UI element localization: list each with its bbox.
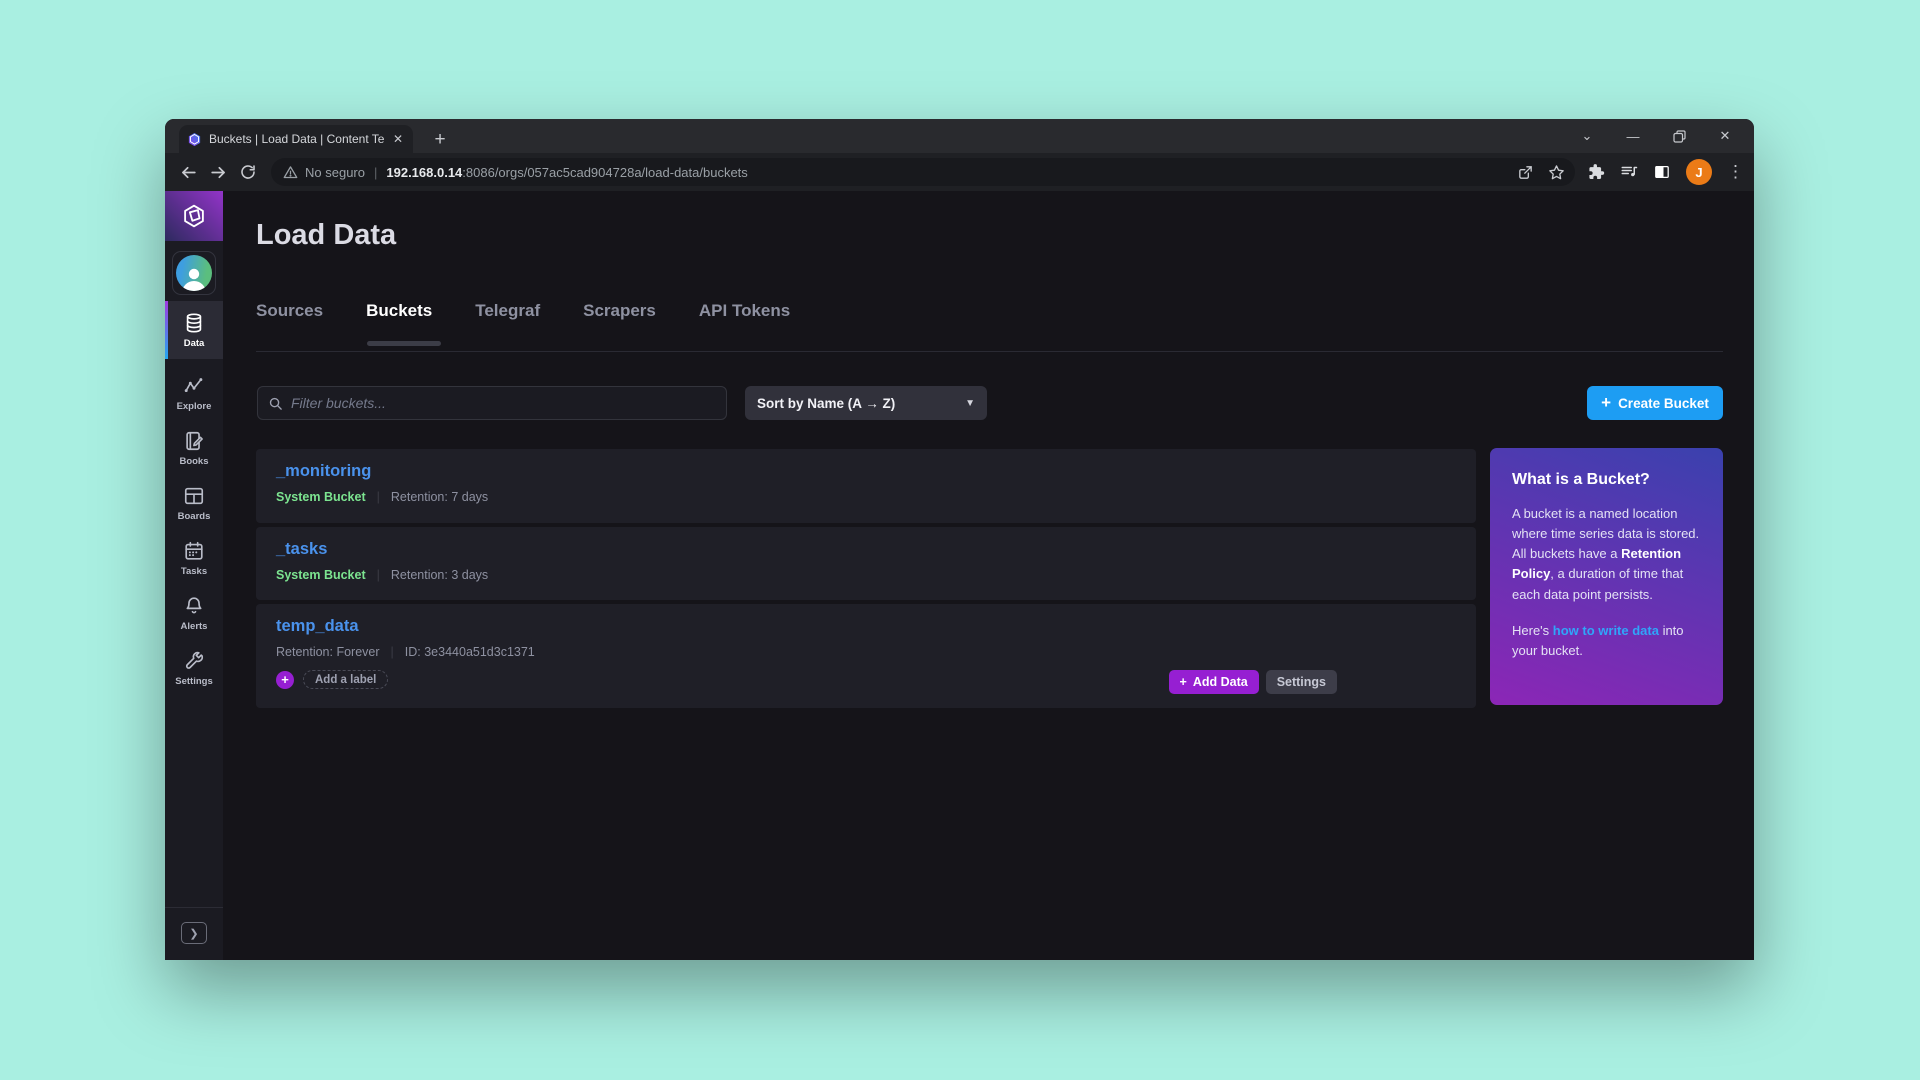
how-to-write-data-link[interactable]: how to write data <box>1553 623 1659 638</box>
retention-text: Retention: 7 days <box>391 490 488 504</box>
sidebar-item-label: Alerts <box>181 621 208 632</box>
active-tab-indicator <box>367 341 441 346</box>
chevron-down-icon: ▼ <box>965 398 975 409</box>
sidebar-item-label: Settings <box>175 676 212 687</box>
bucket-id-text: ID: 3e3440a51d3c1371 <box>405 645 535 659</box>
url-path: :8086/orgs/057ac5cad904728a/load-data/bu… <box>462 165 748 180</box>
add-data-button[interactable]: + Add Data <box>1169 670 1259 694</box>
tabs-divider <box>256 351 1723 352</box>
meta-divider: | <box>377 568 380 582</box>
bucket-name-link[interactable]: temp_data <box>276 617 359 636</box>
page-tabs: Sources Buckets Telegraf Scrapers API To… <box>256 301 790 321</box>
bucket-name-link[interactable]: _tasks <box>276 540 327 559</box>
tab-search-icon[interactable]: ⌄ <box>1564 119 1610 153</box>
tab-scrapers[interactable]: Scrapers <box>583 301 656 321</box>
not-secure-warning-icon <box>283 165 298 180</box>
browser-profile-avatar[interactable]: J <box>1686 159 1712 185</box>
browser-menu-icon[interactable]: ⋮ <box>1727 162 1744 182</box>
omnibox-divider: | <box>374 165 377 180</box>
page-title: Load Data <box>256 219 396 252</box>
sidebar-item-label: Tasks <box>181 566 207 577</box>
address-bar[interactable]: No seguro | 192.168.0.14 :8086/orgs/057a… <box>271 158 1575 186</box>
meta-divider: | <box>377 490 380 504</box>
sidebar-item-boards[interactable]: Boards <box>165 481 223 526</box>
system-bucket-badge: System Bucket <box>276 490 366 504</box>
sort-dropdown[interactable]: Sort by Name (A → Z) ▼ <box>745 386 987 420</box>
reading-list-icon[interactable] <box>1620 163 1638 181</box>
close-button[interactable]: ✕ <box>1702 119 1748 153</box>
system-bucket-badge: System Bucket <box>276 568 366 582</box>
what-is-a-bucket-panel: What is a Bucket? A bucket is a named lo… <box>1490 448 1723 705</box>
bucket-name-link[interactable]: _monitoring <box>276 462 371 481</box>
sidebar-item-data[interactable]: Data <box>165 301 223 359</box>
bucket-list: _monitoring System Bucket | Retention: 7… <box>256 449 1476 712</box>
browser-tab[interactable]: Buckets | Load Data | Content Te ✕ <box>179 125 413 153</box>
filter-buckets-field[interactable] <box>257 386 727 420</box>
sort-label: Sort by Name (A → Z) <box>757 396 895 411</box>
sidebar-item-label: Explore <box>177 401 212 412</box>
sidebar-divider <box>165 907 223 908</box>
sidebar-item-alerts[interactable]: Alerts <box>165 591 223 636</box>
sidebar-item-books[interactable]: Books <box>165 426 223 471</box>
url-host: 192.168.0.14 <box>386 165 462 180</box>
forward-icon[interactable] <box>203 157 233 187</box>
panel-text: Here's <box>1512 623 1553 638</box>
sidebar-item-settings[interactable]: Settings <box>165 646 223 691</box>
sidebar-item-label: Books <box>179 456 208 467</box>
security-label[interactable]: No seguro <box>305 165 365 180</box>
influxdb-logo[interactable] <box>165 191 223 241</box>
plus-icon: + <box>1601 393 1611 413</box>
back-icon[interactable] <box>173 157 203 187</box>
extensions-puzzle-icon[interactable] <box>1587 163 1605 181</box>
main-content: Load Data Sources Buckets Telegraf Scrap… <box>223 191 1754 960</box>
filter-buckets-input[interactable] <box>291 395 716 411</box>
bucket-row-tasks: _tasks System Bucket | Retention: 3 days <box>256 527 1476 600</box>
influxdb-favicon-icon <box>187 132 202 147</box>
add-label-plus-icon[interactable]: + <box>276 671 294 689</box>
browser-toolbar: No seguro | 192.168.0.14 :8086/orgs/057a… <box>165 153 1754 191</box>
tab-api-tokens[interactable]: API Tokens <box>699 301 790 321</box>
search-icon <box>268 396 283 411</box>
bucket-row-monitoring: _monitoring System Bucket | Retention: 7… <box>256 449 1476 523</box>
sidebar-expand-icon[interactable]: ❯ <box>181 922 207 944</box>
influxdb-app: Data Explore <box>165 191 1754 960</box>
side-panel-icon[interactable] <box>1653 163 1671 181</box>
reload-icon[interactable] <box>233 157 263 187</box>
tab-close-icon[interactable]: ✕ <box>391 131 405 147</box>
sidebar-item-label: Boards <box>178 511 211 522</box>
add-a-label-button[interactable]: Add a label <box>303 670 388 689</box>
bookmark-star-icon[interactable] <box>1548 164 1565 181</box>
sidebar-item-explore[interactable]: Explore <box>165 371 223 416</box>
restore-button[interactable] <box>1656 119 1702 153</box>
app-sidebar: Data Explore <box>165 191 223 960</box>
meta-divider: | <box>391 645 394 659</box>
user-avatar[interactable] <box>172 251 216 295</box>
sidebar-item-label: Data <box>184 338 205 349</box>
tab-buckets[interactable]: Buckets <box>366 301 432 321</box>
minimize-button[interactable]: — <box>1610 119 1656 153</box>
share-icon[interactable] <box>1517 164 1534 181</box>
plus-icon: + <box>1180 675 1187 689</box>
retention-text: Retention: 3 days <box>391 568 488 582</box>
create-bucket-button[interactable]: + Create Bucket <box>1587 386 1723 420</box>
tab-sources[interactable]: Sources <box>256 301 323 321</box>
retention-text: Retention: Forever <box>276 645 380 659</box>
add-data-label: Add Data <box>1193 675 1248 689</box>
bucket-settings-button[interactable]: Settings <box>1266 670 1337 694</box>
tab-telegraf[interactable]: Telegraf <box>475 301 540 321</box>
sidebar-item-tasks[interactable]: Tasks <box>165 536 223 581</box>
user-avatar-image <box>176 255 212 291</box>
browser-window: Buckets | Load Data | Content Te ✕ + ⌄ —… <box>165 119 1754 960</box>
new-tab-button[interactable]: + <box>427 127 453 153</box>
tab-title: Buckets | Load Data | Content Te <box>209 132 384 146</box>
create-bucket-label: Create Bucket <box>1618 396 1709 411</box>
tab-strip: Buckets | Load Data | Content Te ✕ + ⌄ —… <box>165 119 1754 153</box>
panel-title: What is a Bucket? <box>1512 471 1701 489</box>
bucket-row-temp-data: temp_data Retention: Forever | ID: 3e344… <box>256 604 1476 708</box>
